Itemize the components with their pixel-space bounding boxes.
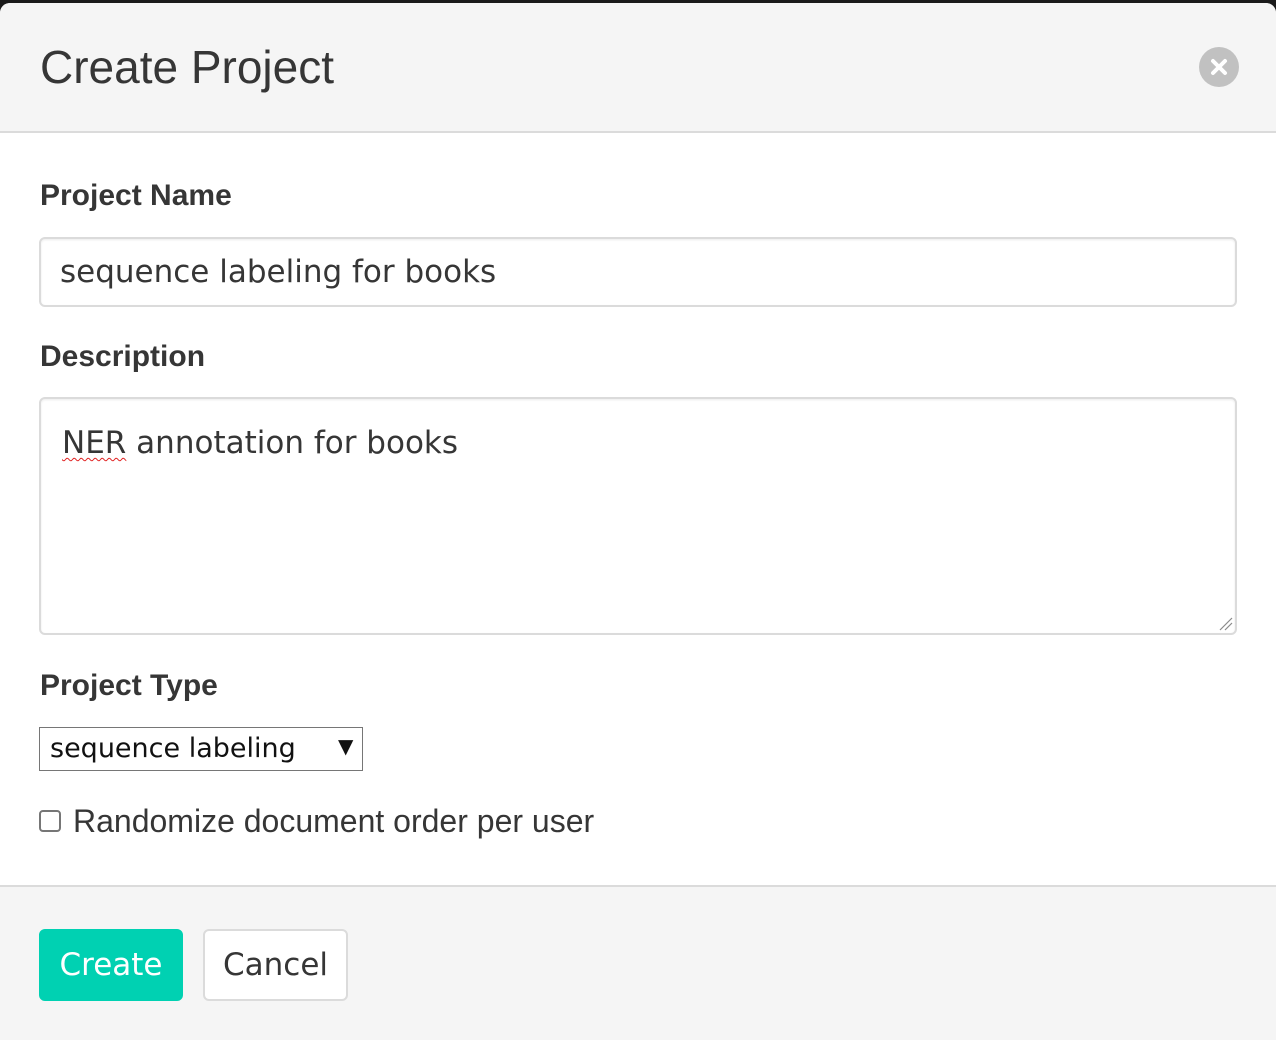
- project-name-label: Project Name: [40, 179, 232, 212]
- close-icon: [1211, 59, 1227, 75]
- description-text: NER annotation for books: [62, 425, 458, 461]
- randomize-checkbox[interactable]: [39, 810, 61, 832]
- description-textarea[interactable]: NER annotation for books: [39, 397, 1237, 635]
- project-type-selected: sequence labeling: [50, 733, 296, 764]
- create-project-modal: Create Project Project Name Description …: [0, 3, 1276, 1040]
- misspelled-word: NER: [62, 425, 127, 461]
- randomize-label[interactable]: Randomize document order per user: [73, 803, 594, 840]
- project-type-label: Project Type: [40, 669, 218, 702]
- modal-title: Create Project: [40, 41, 335, 93]
- cancel-button[interactable]: Cancel: [203, 929, 348, 1001]
- modal-header: Create Project: [0, 3, 1276, 133]
- close-button[interactable]: [1199, 47, 1239, 87]
- description-label: Description: [40, 340, 206, 373]
- resize-handle-icon[interactable]: [1217, 615, 1233, 631]
- project-type-select[interactable]: sequence labeling ▼: [39, 727, 363, 771]
- modal-body: Project Name Description NER annotation …: [0, 133, 1276, 885]
- create-button[interactable]: Create: [39, 929, 183, 1001]
- description-rest: annotation for books: [126, 425, 459, 461]
- chevron-down-icon: ▼: [338, 734, 354, 758]
- modal-footer: Create Cancel: [0, 885, 1276, 1040]
- project-name-input[interactable]: [39, 237, 1237, 307]
